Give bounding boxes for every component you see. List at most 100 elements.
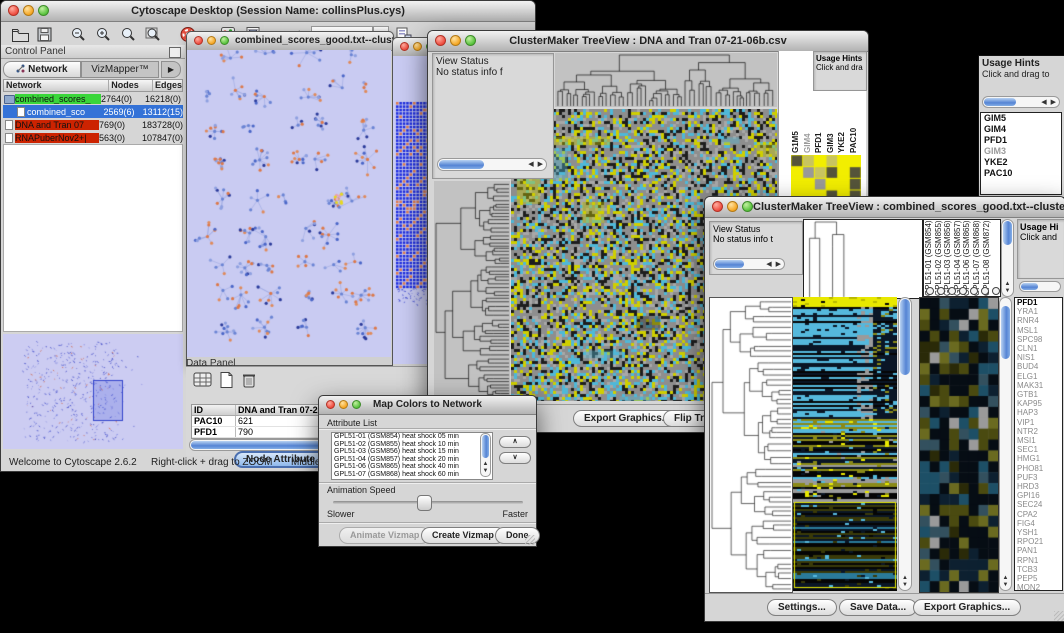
close-button[interactable] [194, 36, 203, 45]
gene-label[interactable]: PUF3 [1015, 473, 1062, 482]
gene-label[interactable]: GIM3 [981, 146, 1061, 157]
move-down-button[interactable]: ∨ [499, 452, 531, 464]
close-button[interactable] [435, 35, 446, 46]
gene-label[interactable]: CPA2 [1015, 510, 1062, 519]
gene-label[interactable]: VIP1 [1015, 418, 1062, 427]
attribute-item[interactable]: GPL51-04 (GSM857) heat shock 20 min [332, 456, 492, 464]
minimize-button[interactable] [450, 35, 461, 46]
view-status-hscrollbar[interactable]: ◀ ▶ [713, 258, 785, 270]
gene-label[interactable]: ELG1 [1015, 372, 1062, 381]
network-list-row[interactable]: combined_sco 2569(6) 13112(15) [3, 105, 183, 118]
gene-label[interactable]: GTB1 [1015, 390, 1062, 399]
gene-label[interactable]: PHO81 [1015, 464, 1062, 473]
gene-label[interactable]: FIG4 [1015, 519, 1062, 528]
network-view-titlebar[interactable]: combined_scores_good.txt--cluste... [187, 32, 393, 51]
close-button[interactable] [8, 5, 19, 16]
new-attribute-icon[interactable] [219, 371, 235, 389]
close-button[interactable] [400, 42, 409, 51]
minimize-button[interactable] [413, 42, 422, 51]
speed-slider-thumb[interactable] [417, 495, 432, 511]
row-dendrogram[interactable] [709, 297, 793, 593]
minimize-button[interactable] [23, 5, 34, 16]
minimize-button[interactable] [727, 201, 738, 212]
view-status-hscrollbar[interactable]: ◀ ▶ [437, 158, 547, 171]
dialog-titlebar[interactable]: Map Colors to Network [319, 396, 536, 415]
float-panel-icon[interactable] [169, 47, 181, 58]
column-label[interactable]: GPL51-04 (GSM857) [953, 220, 963, 296]
zoom-heatmap[interactable] [919, 297, 999, 593]
gene-label[interactable]: PFD1 [1015, 298, 1062, 307]
zoom-heatmap-vscrollbar[interactable]: ▲▼ [999, 297, 1012, 591]
column-label[interactable]: GIM3 [826, 89, 838, 153]
zoom-in-icon[interactable] [94, 26, 114, 44]
column-label[interactable]: GPL51-08 (GSM872) [982, 220, 992, 296]
gene-label[interactable]: GPI16 [1015, 491, 1062, 500]
gene-label[interactable]: KAP95 [1015, 399, 1062, 408]
treeview2-titlebar[interactable]: ClusterMaker TreeView : combined_scores_… [705, 197, 1064, 218]
gene-label[interactable]: YKE2 [981, 157, 1061, 168]
open-session-button[interactable] [11, 26, 31, 44]
export-graphics-button[interactable]: Export Graphics... [913, 599, 1021, 616]
column-label[interactable]: GPL51-06 (GSM865) [962, 220, 972, 296]
gene-label[interactable]: MON2 [1015, 583, 1062, 591]
column-label[interactable]: GPL51-03 (GSM856) [943, 220, 953, 296]
gene-label[interactable]: MSL1 [1015, 326, 1062, 335]
gene-label[interactable]: SPC98 [1015, 335, 1062, 344]
attribute-list-vscrollbar[interactable]: ▲▼ [480, 433, 491, 477]
attribute-item[interactable]: GPL51-06 (GSM865) heat shock 40 min [332, 463, 492, 471]
column-label[interactable]: PFD1 [814, 89, 826, 153]
column-label[interactable]: GPL51-02 (GSM855) [934, 220, 944, 296]
gene-label[interactable]: GIM4 [981, 124, 1061, 135]
gene-label[interactable]: RNR4 [1015, 316, 1062, 325]
gene-label[interactable]: BUD4 [1015, 362, 1062, 371]
attribute-table-row[interactable]: PAC10 621 [192, 416, 322, 427]
gene-label[interactable]: GIM5 [981, 113, 1061, 124]
column-label[interactable]: GIM4 [803, 89, 815, 153]
gene-label[interactable]: NTR2 [1015, 427, 1062, 436]
zoom-selected-icon[interactable] [119, 26, 139, 44]
attribute-item[interactable]: GPL51-07 (GSM868) heat shock 60 min [332, 471, 492, 479]
gene-label[interactable]: MAK31 [1015, 381, 1062, 390]
gene-label[interactable]: PAN1 [1015, 546, 1062, 555]
network-list-row[interactable]: RNAPuberNov2+| 563(0) 107847(0) [3, 131, 183, 144]
network-list-row[interactable]: combined_scores_ 2764(0) 16218(0) [3, 92, 183, 105]
column-dendrogram[interactable] [803, 219, 923, 299]
gene-label[interactable]: PAC10 [981, 168, 1061, 179]
column-labels-vscrollbar[interactable]: ▲▼ [1001, 219, 1014, 297]
gene-label[interactable]: PFD1 [981, 135, 1061, 146]
gene-label[interactable]: RPN1 [1015, 556, 1062, 565]
save-session-button[interactable] [36, 26, 56, 44]
zoom-button[interactable] [352, 400, 361, 409]
attribute-table-icon[interactable] [193, 371, 213, 389]
gene-label[interactable]: HAP3 [1015, 408, 1062, 417]
column-label[interactable]: GPL51-07 (GSM868) [972, 220, 982, 296]
zoom-button[interactable] [465, 35, 476, 46]
minimize-button[interactable] [207, 36, 216, 45]
gene-label[interactable]: PEP5 [1015, 574, 1062, 583]
animate-vizmap-button[interactable]: Animate Vizmap [339, 527, 430, 544]
column-label[interactable]: G1M5 [791, 89, 803, 153]
zoom-out-icon[interactable] [69, 26, 89, 44]
attribute-table-row[interactable]: PFD1 790 [192, 427, 322, 438]
gene-label[interactable]: NIS1 [1015, 353, 1062, 362]
delete-attribute-icon[interactable] [241, 371, 257, 389]
gene-label[interactable]: SEC24 [1015, 500, 1062, 509]
zoom-fit-icon[interactable] [144, 26, 164, 44]
move-up-button[interactable]: ∧ [499, 436, 531, 448]
close-button[interactable] [712, 201, 723, 212]
gene-label[interactable]: HMG1 [1015, 454, 1062, 463]
zoom-button[interactable] [220, 36, 229, 45]
attribute-item[interactable]: GPL51-02 (GSM855) heat shock 10 min [332, 441, 492, 449]
global-heatmap[interactable] [793, 297, 897, 591]
settings-button[interactable]: Settings... [767, 599, 837, 616]
column-label[interactable]: PAC10 [849, 89, 861, 153]
zoom-button[interactable] [742, 201, 753, 212]
gene-label[interactable]: YSH1 [1015, 528, 1062, 537]
heatmap-vscrollbar[interactable]: ▲▼ [898, 297, 912, 591]
usage-hints-hscrollbar[interactable] [1019, 281, 1061, 292]
zoom-button[interactable] [38, 5, 49, 16]
gene-label[interactable]: HRD3 [1015, 482, 1062, 491]
attribute-item[interactable]: GPL51-01 (GSM854) heat shock 05 min [332, 433, 492, 441]
fragment-hscrollbar[interactable]: ◀ ▶ [982, 96, 1060, 108]
attribute-item[interactable]: GPL51-03 (GSM856) heat shock 15 min [332, 448, 492, 456]
